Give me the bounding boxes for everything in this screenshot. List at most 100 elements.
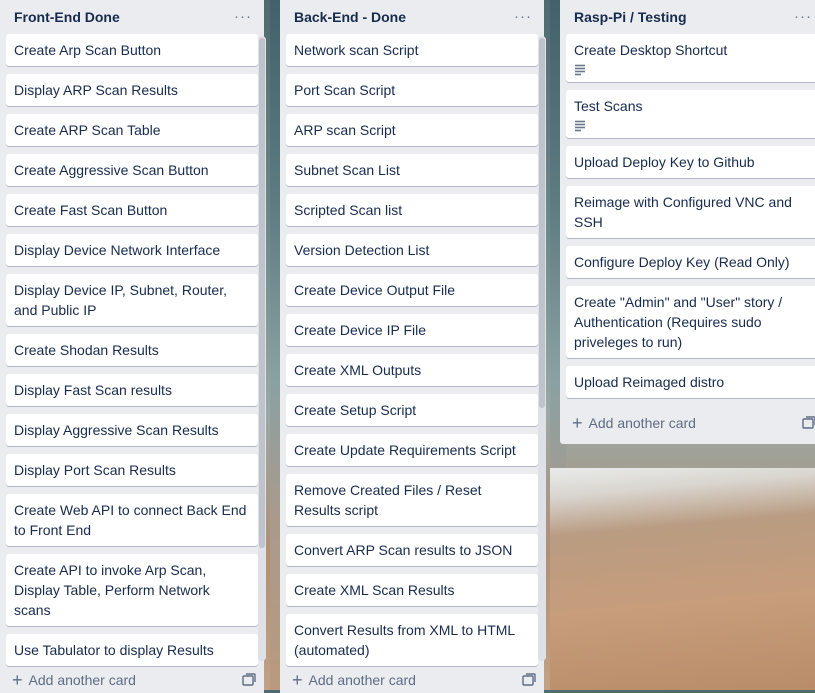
card[interactable]: Display ARP Scan Results — [6, 74, 258, 106]
card-title: Use Tabulator to display Results — [14, 642, 214, 658]
add-card-button[interactable]: + Add another card — [572, 413, 696, 433]
card[interactable]: Reimage with Configured VNC and SSH — [566, 186, 815, 238]
card[interactable]: Remove Created Files / Reset Results scr… — [286, 474, 538, 526]
card[interactable]: Display Device Network Interface — [6, 234, 258, 266]
card[interactable]: Upload Reimaged distro — [566, 366, 815, 398]
card-title: Display Port Scan Results — [14, 462, 176, 478]
plus-icon: + — [292, 670, 303, 690]
list-header: Back-End - Done ··· — [280, 0, 544, 34]
card-title: Create ARP Scan Table — [14, 122, 161, 138]
add-card-label: Add another card — [28, 672, 136, 688]
card[interactable]: Upload Deploy Key to Github — [566, 146, 815, 178]
card[interactable]: Create Aggressive Scan Button — [6, 154, 258, 186]
card[interactable]: Create Web API to connect Back End to Fr… — [6, 494, 258, 546]
card-title: Create Desktop Shortcut — [574, 42, 728, 58]
list-scrollbar[interactable] — [258, 36, 266, 661]
card[interactable]: Create Update Requirements Script — [286, 434, 538, 466]
card-composer: + Add another card — [0, 667, 264, 693]
card-title: Create Device IP File — [294, 322, 427, 338]
card-title: Create "Admin" and "User" story / Authen… — [574, 294, 783, 350]
card[interactable]: Create Setup Script — [286, 394, 538, 426]
add-card-button[interactable]: + Add another card — [292, 670, 416, 690]
card-title: Reimage with Configured VNC and SSH — [574, 194, 792, 230]
plus-icon: + — [572, 413, 583, 433]
card-title: Convert ARP Scan results to JSON — [294, 542, 513, 558]
card[interactable]: Display Fast Scan results — [6, 374, 258, 406]
card-title: Display Aggressive Scan Results — [14, 422, 219, 438]
card-title: Scripted Scan list — [294, 202, 403, 218]
card[interactable]: Display Device IP, Subnet, Router, and P… — [6, 274, 258, 326]
card-title: Display Fast Scan results — [14, 382, 172, 398]
card-title: Display ARP Scan Results — [14, 82, 178, 98]
add-card-label: Add another card — [588, 415, 696, 431]
card-title: Create XML Scan Results — [294, 582, 455, 598]
card[interactable]: Subnet Scan List — [286, 154, 538, 186]
card[interactable]: Create XML Outputs — [286, 354, 538, 386]
card-title: Create Aggressive Scan Button — [14, 162, 209, 178]
ellipsis-icon[interactable]: ··· — [790, 8, 815, 26]
list-header: Rasp-Pi / Testing ··· — [560, 0, 815, 34]
list-title[interactable]: Front-End Done — [14, 9, 120, 25]
card[interactable]: Display Port Scan Results — [6, 454, 258, 486]
card-title: Display Device IP, Subnet, Router, and P… — [14, 282, 227, 318]
card[interactable]: Create XML Scan Results — [286, 574, 538, 606]
card-title: Display Device Network Interface — [14, 242, 221, 258]
card[interactable]: Create Desktop Shortcut — [566, 34, 815, 82]
description-icon — [575, 64, 585, 76]
list-title[interactable]: Rasp-Pi / Testing — [574, 9, 687, 25]
card[interactable]: Test Scans — [566, 90, 815, 138]
description-icon — [575, 120, 585, 132]
card-title: Upload Deploy Key to Github — [574, 154, 755, 170]
ellipsis-icon[interactable]: ··· — [510, 8, 536, 26]
card[interactable]: ARP scan Script — [286, 114, 538, 146]
scrollbar-thumb[interactable] — [539, 38, 545, 408]
card-title: Create Shodan Results — [14, 342, 159, 358]
card-title: ARP scan Script — [294, 122, 396, 138]
card-title: Convert Results from XML to HTML (automa… — [294, 622, 515, 658]
add-card-button[interactable]: + Add another card — [12, 670, 136, 690]
card[interactable]: Create Device IP File — [286, 314, 538, 346]
card-container: Network scan Script Port Scan Script ARP s… — [280, 34, 544, 666]
scrollbar-thumb[interactable] — [259, 38, 265, 548]
card[interactable]: Create ARP Scan Table — [6, 114, 258, 146]
card-title: Subnet Scan List — [294, 162, 400, 178]
card[interactable]: Convert ARP Scan results to JSON — [286, 534, 538, 566]
card-title: Network scan Script — [294, 42, 419, 58]
card-composer: + Add another card — [280, 667, 544, 693]
card-title: Remove Created Files / Reset Results scr… — [294, 482, 482, 518]
card-template-icon[interactable] — [522, 673, 536, 687]
card-title: Create Setup Script — [294, 402, 417, 418]
card-template-icon[interactable] — [802, 416, 815, 430]
card[interactable]: Configure Deploy Key (Read Only) — [566, 246, 815, 278]
board-background-beach — [550, 468, 815, 690]
card-title: Configure Deploy Key (Read Only) — [574, 254, 790, 270]
card-title: Version Detection List — [294, 242, 430, 258]
card[interactable]: Create Arp Scan Button — [6, 34, 258, 66]
list-back-end-done: Back-End - Done ··· Network scan Script P… — [280, 0, 544, 690]
list-scrollbar[interactable] — [538, 36, 546, 661]
card-title: Create Update Requirements Script — [294, 442, 516, 458]
list-title[interactable]: Back-End - Done — [294, 9, 406, 25]
plus-icon: + — [12, 670, 23, 690]
card-title: Create Fast Scan Button — [14, 202, 168, 218]
card-container: Create Desktop Shortcut Test Scans Upload … — [560, 34, 815, 398]
card-title: Create Web API to connect Back End to Fr… — [14, 502, 247, 538]
card[interactable]: Scripted Scan list — [286, 194, 538, 226]
ellipsis-icon[interactable]: ··· — [230, 8, 256, 26]
card[interactable]: Create Device Output File — [286, 274, 538, 306]
card[interactable]: Network scan Script — [286, 34, 538, 66]
card[interactable]: Convert Results from XML to HTML (automa… — [286, 614, 538, 666]
card[interactable]: Port Scan Script — [286, 74, 538, 106]
card-template-icon[interactable] — [242, 673, 256, 687]
card-title: Create XML Outputs — [294, 362, 422, 378]
card-title: Test Scans — [574, 98, 643, 114]
list-header: Front-End Done ··· — [0, 0, 264, 34]
card[interactable]: Version Detection List — [286, 234, 538, 266]
card[interactable]: Create "Admin" and "User" story / Authen… — [566, 286, 815, 358]
card[interactable]: Create API to invoke Arp Scan, Display T… — [6, 554, 258, 626]
card[interactable]: Create Shodan Results — [6, 334, 258, 366]
card[interactable]: Create Fast Scan Button — [6, 194, 258, 226]
card-title: Port Scan Script — [294, 82, 396, 98]
card[interactable]: Use Tabulator to display Results — [6, 634, 258, 666]
card[interactable]: Display Aggressive Scan Results — [6, 414, 258, 446]
